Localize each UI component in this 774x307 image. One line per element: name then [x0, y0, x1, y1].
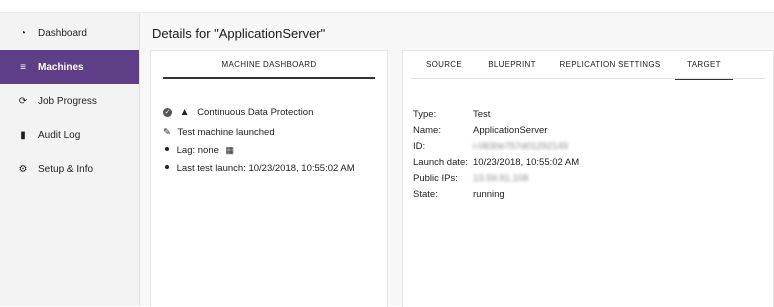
lag-row: Lag: none ▦ — [165, 145, 234, 156]
progress-spinner-icon: ⟳ — [18, 95, 28, 107]
id-label: ID: — [413, 141, 426, 152]
status-title-row: ✓ ▲ Continuous Data Protection — [163, 107, 313, 118]
main-content: Details for "ApplicationServer" MACHINE … — [140, 13, 774, 307]
sidebar-item-job-progress[interactable]: ⟳ Job Progress — [0, 84, 139, 118]
tab-machine-dashboard[interactable]: MACHINE DASHBOARD — [163, 51, 375, 78]
sidebar: ◔ Dashboard ≡ Machines ⟳ Job Progress ▮ … — [0, 13, 140, 306]
tab-blueprint[interactable]: BLUEPRINT — [477, 51, 547, 78]
sidebar-item-label: Machines — [38, 61, 84, 73]
type-label: Type: — [413, 109, 437, 120]
gear-icon: ⚙ — [18, 163, 28, 175]
tab-target[interactable]: TARGET — [675, 51, 733, 80]
sidebar-item-label: Audit Log — [38, 129, 81, 141]
sidebar-item-machines[interactable]: ≡ Machines — [0, 50, 139, 84]
lag-text: Lag: none — [176, 145, 219, 156]
name-value: ApplicationServer — [473, 125, 548, 136]
tab-underline — [163, 77, 375, 79]
list-icon: ≡ — [20, 61, 26, 73]
check-circle-icon: ✓ — [163, 107, 172, 117]
calendar-icon[interactable]: ▦ — [226, 145, 235, 155]
sidebar-item-label: Job Progress — [38, 95, 97, 107]
last-test-launch-row: Last test launch: 10/23/2018, 10:55:02 A… — [165, 163, 355, 174]
state-label: State: — [413, 189, 438, 200]
tree-icon: ▲ — [179, 107, 190, 118]
last-test-launch-text: Last test launch: 10/23/2018, 10:55:02 A… — [176, 163, 355, 174]
sidebar-item-dashboard[interactable]: ◔ Dashboard — [0, 16, 139, 50]
document-icon: ▮ — [20, 129, 26, 141]
tabs-divider — [411, 78, 765, 79]
machine-dashboard-panel: MACHINE DASHBOARD ✓ ▲ Continuous Data Pr… — [150, 50, 388, 307]
id-value: i-0830e757d01292149 — [473, 141, 569, 152]
public-ips-label: Public IPs: — [413, 173, 458, 184]
page-title: Details for "ApplicationServer" — [152, 26, 326, 41]
dashboard-gauge-icon: ◔ — [19, 27, 27, 39]
edit-icon: ✎ — [163, 127, 171, 138]
bullet — [165, 165, 169, 170]
public-ips-value: 13.59.91.108 — [473, 173, 529, 184]
sidebar-item-label: Dashboard — [38, 27, 87, 39]
name-label: Name: — [413, 125, 441, 136]
state-value: running — [473, 189, 505, 200]
tab-source[interactable]: SOURCE — [415, 51, 473, 78]
machine-details-panel: SOURCE BLUEPRINT REPLICATION SETTINGS TA… — [402, 50, 774, 307]
tab-replication-settings[interactable]: REPLICATION SETTINGS — [555, 51, 665, 78]
launch-date-label: Launch date: — [413, 157, 468, 168]
status-title: Continuous Data Protection — [197, 107, 314, 118]
launch-date-value: 10/23/2018, 10:55:02 AM — [473, 157, 580, 168]
launched-row: ✎ Test machine launched — [163, 127, 275, 138]
sidebar-item-label: Setup & Info — [38, 163, 94, 175]
type-value: Test — [473, 109, 491, 120]
sidebar-item-audit-log[interactable]: ▮ Audit Log — [0, 118, 139, 152]
top-bar — [0, 0, 774, 13]
bullet — [165, 147, 169, 152]
launched-text: Test machine launched — [177, 127, 275, 138]
sidebar-item-setup-info[interactable]: ⚙ Setup & Info — [0, 152, 139, 186]
